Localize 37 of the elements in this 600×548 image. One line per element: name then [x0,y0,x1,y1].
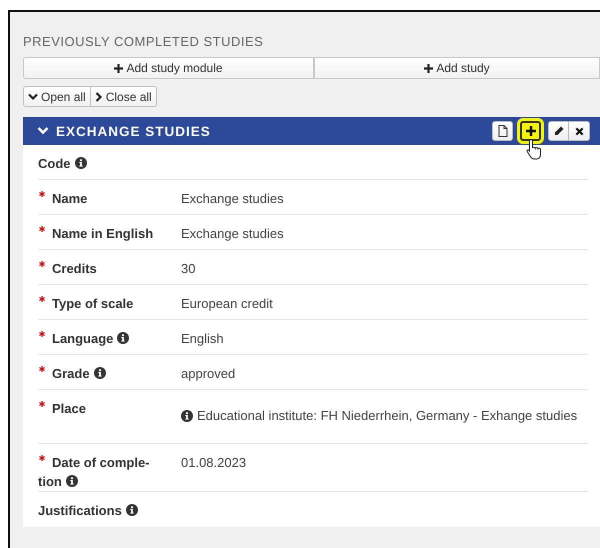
plus-icon [424,64,434,72]
panel-title: EXCHANGE STUDIES [56,124,211,138]
field-label: Date of comple-tion [38,455,150,489]
delete-button[interactable] [569,121,590,141]
field-value: 01.08.2023 [181,454,246,472]
chevron-right-icon [94,92,103,102]
field-value: Exchange studies [181,190,284,208]
new-document-button[interactable] [492,121,513,141]
chevron-down-icon [28,92,38,100]
field-value: Exchange studies [181,225,284,243]
hand-cursor-icon [526,138,542,160]
document-icon [498,125,508,137]
field-label: Credits [52,261,97,276]
field-label: Place [52,401,86,416]
field-label: Grade [52,366,90,381]
plus-icon [114,64,124,72]
open-all-button[interactable]: Open all [23,86,91,107]
field-value: European credit [181,295,273,313]
field-label: Language [52,331,114,346]
add-button[interactable]: Add study module [23,57,314,79]
add-button[interactable]: Add study [314,57,600,79]
field-label: Justifications [38,503,122,518]
edit-button[interactable] [548,121,569,141]
add-button[interactable] [520,121,541,141]
field-label: Code [38,156,70,171]
field-label: Type of scale [52,296,134,311]
field-label: Name [52,191,88,206]
field-value: English [181,330,224,348]
pencil-icon [554,126,564,136]
field-value: 30 [181,260,196,278]
field-label: Name in English [52,226,154,241]
plus-icon [526,126,536,136]
field-value: Educational institute: FH Niederrhein, Germany - Exhange studies [197,407,578,425]
close-all-button[interactable]: Close all [90,86,157,107]
close-icon [574,126,584,136]
section-title: PREVIOUSLY COMPLETED STUDIES [23,34,264,49]
field-value: approved [181,365,236,383]
